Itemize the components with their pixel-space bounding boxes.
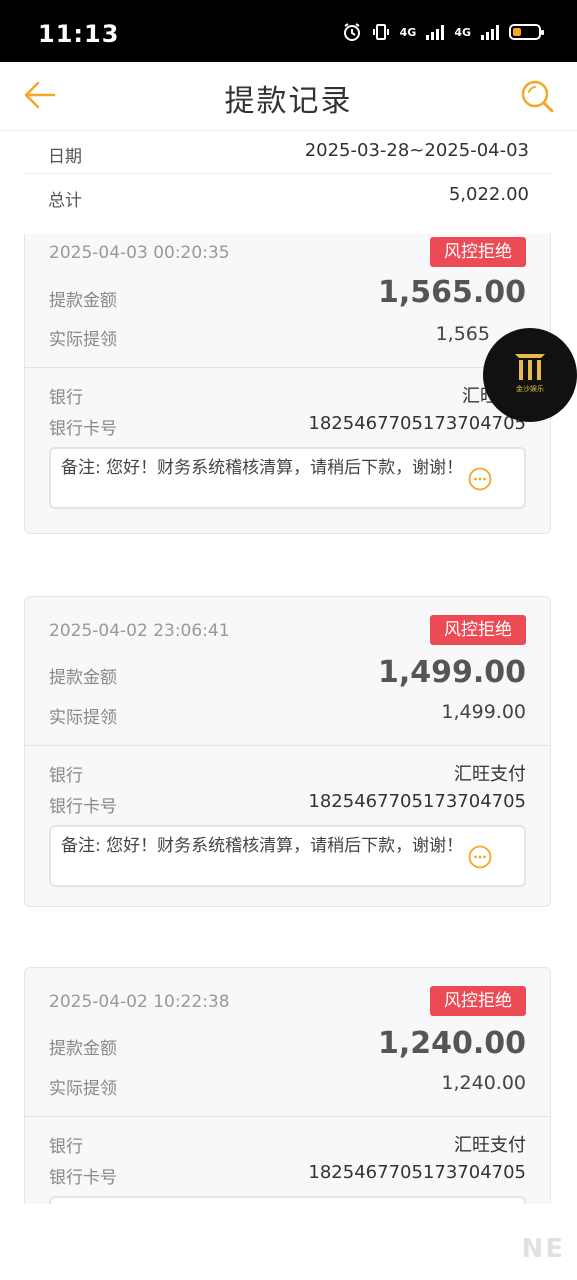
bank-label: 银行 xyxy=(49,766,83,786)
status-bar: 11:13 4G 4G xyxy=(0,0,577,62)
record-time: 2025-04-03 00:20:35 xyxy=(49,243,230,263)
record-card[interactable]: 2025-04-02 23:06:41 风控拒绝 提款金额 1,499.00 实… xyxy=(24,596,551,907)
record-time: 2025-04-02 23:06:41 xyxy=(49,621,230,641)
actual-label: 实际提领 xyxy=(49,708,117,728)
amount-label: 提款金额 xyxy=(49,1039,117,1059)
date-label: 日期 xyxy=(48,147,82,167)
bank-label: 银行 xyxy=(49,388,83,408)
status-badge: 风控拒绝 xyxy=(430,237,526,267)
date-range-value: 2025-03-28~2025-04-03 xyxy=(304,140,529,161)
note-box: 备注: 您好！财务系统稽核清算，请稍后下款，谢谢！ xyxy=(49,825,526,887)
bottom-area xyxy=(0,1204,577,1280)
amount-label: 提款金额 xyxy=(49,668,117,688)
card-number: 1825467705173704705 xyxy=(308,1162,526,1183)
alarm-icon xyxy=(343,23,360,41)
amount-value: 1,565.00 xyxy=(377,275,526,310)
actual-label: 实际提领 xyxy=(49,330,117,350)
floating-logo-button[interactable]: 金沙娱乐 xyxy=(483,328,577,422)
note-box xyxy=(49,1196,526,1204)
divider xyxy=(25,367,550,368)
network-type-2: 4G xyxy=(454,25,471,39)
total-label: 总计 xyxy=(48,191,82,211)
note-text: 备注: 您好！财务系统稽核清算，请稍后下款，谢谢！ xyxy=(61,458,464,478)
status-time: 11:13 xyxy=(38,20,120,48)
page-title: 提款记录 xyxy=(224,84,353,119)
logo-text: 金沙娱乐 xyxy=(516,385,544,393)
divider xyxy=(25,745,550,746)
watermark: NE xyxy=(521,1234,565,1264)
date-range-row[interactable]: 日期 2025-03-28~2025-04-03 xyxy=(24,130,553,174)
status-icons: 4G 4G xyxy=(342,22,544,42)
total-value: 5,022.00 xyxy=(448,184,529,205)
card-label: 银行卡号 xyxy=(49,1168,117,1188)
record-card[interactable]: 2025-04-03 00:20:35 风控拒绝 提款金额 1,565.00 实… xyxy=(24,234,551,534)
record-time: 2025-04-02 10:22:38 xyxy=(49,992,230,1012)
actual-value: 1,499.00 xyxy=(441,701,526,723)
card-number: 1825467705173704705 xyxy=(308,791,526,812)
bank-value: 汇旺支付 xyxy=(454,1135,526,1156)
amount-value: 1,499.00 xyxy=(377,655,526,690)
status-badge: 风控拒绝 xyxy=(430,986,526,1016)
amount-label: 提款金额 xyxy=(49,291,117,311)
signal-icon-2 xyxy=(481,24,499,40)
signal-icon xyxy=(426,24,445,40)
battery-icon xyxy=(509,24,544,40)
brand-logo-icon xyxy=(515,354,545,380)
amount-value: 1,240.00 xyxy=(377,1026,526,1061)
divider xyxy=(25,1116,550,1117)
bank-value: 汇旺支付 xyxy=(454,764,526,785)
vibrate-icon xyxy=(372,24,389,40)
more-icon[interactable] xyxy=(468,845,492,869)
status-badge: 风控拒绝 xyxy=(430,615,526,645)
total-row: 总计 5,022.00 xyxy=(24,174,553,217)
nav-bar: 提款记录 xyxy=(0,62,577,131)
more-icon[interactable] xyxy=(468,467,492,491)
card-label: 银行卡号 xyxy=(49,419,117,439)
record-card[interactable]: 2025-04-02 10:22:38 风控拒绝 提款金额 1,240.00 实… xyxy=(24,967,551,1204)
card-number: 1825467705173704705 xyxy=(308,413,526,434)
card-label: 银行卡号 xyxy=(49,797,117,817)
note-text: 备注: 您好！财务系统稽核清算，请稍后下款，谢谢！ xyxy=(61,836,464,856)
actual-value: 1,565 xyxy=(435,323,490,345)
actual-label: 实际提领 xyxy=(49,1079,117,1099)
search-icon[interactable] xyxy=(519,78,555,114)
summary-panel: 日期 2025-03-28~2025-04-03 总计 5,022.00 xyxy=(24,130,553,217)
bank-label: 银行 xyxy=(49,1137,83,1157)
network-type-1: 4G xyxy=(399,25,417,39)
note-box: 备注: 您好！财务系统稽核清算，请稍后下款，谢谢！ xyxy=(49,447,526,509)
actual-value: 1,240.00 xyxy=(441,1072,526,1094)
